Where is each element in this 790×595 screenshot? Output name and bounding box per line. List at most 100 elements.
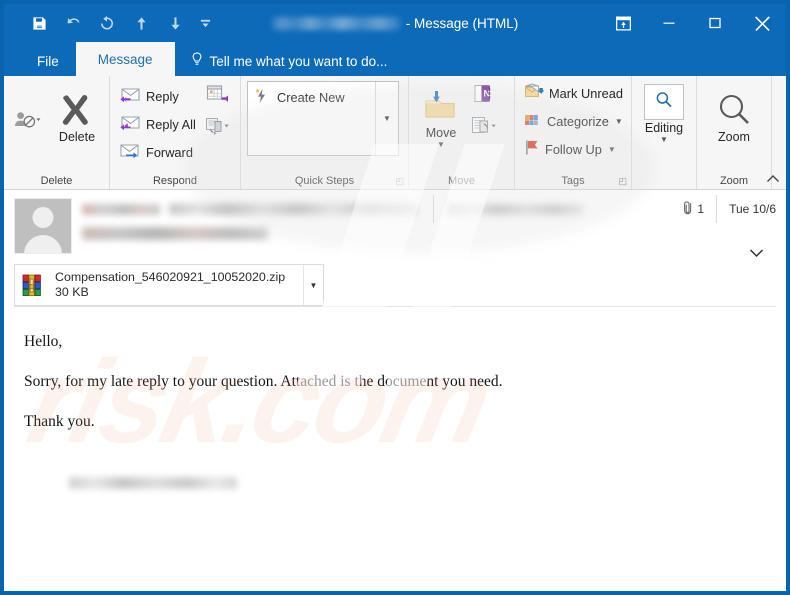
mark-unread-button[interactable]: Mark Unread bbox=[519, 79, 628, 107]
avatar-head bbox=[32, 207, 54, 228]
meeting-button[interactable] bbox=[205, 83, 231, 109]
attachment-dropdown-button[interactable]: ▼ bbox=[303, 265, 323, 305]
categorize-button[interactable]: Categorize ▼ bbox=[519, 107, 628, 135]
forward-button[interactable]: Forward bbox=[114, 138, 201, 166]
avatar-body bbox=[24, 235, 62, 253]
recipient-blurred bbox=[448, 203, 584, 215]
categorize-label: Categorize bbox=[547, 113, 609, 129]
ribbon-group-delete: Delete Delete bbox=[4, 76, 110, 189]
calendar-reply-icon bbox=[206, 84, 230, 109]
quick-step-label: Create New bbox=[277, 90, 345, 105]
ribbon-display-options-button[interactable] bbox=[600, 4, 646, 42]
quick-steps-dropdown[interactable]: ▼ bbox=[375, 82, 398, 155]
message-body[interactable]: Hello, Sorry, for my late reply to your … bbox=[4, 315, 786, 591]
sender-name-blurred bbox=[82, 203, 160, 215]
attachment-separator bbox=[14, 306, 776, 307]
attachment-meta: Compensation_546020921_10052020.zip 30 K… bbox=[55, 265, 303, 305]
paperclip-icon bbox=[683, 200, 694, 219]
reply-icon bbox=[119, 86, 141, 107]
tell-me-search[interactable]: Tell me what you want to do... bbox=[175, 46, 402, 76]
ribbon-group-label-move: Move bbox=[448, 174, 475, 187]
quick-steps-items: Create New bbox=[248, 82, 375, 155]
header-divider bbox=[433, 195, 434, 223]
editing-label: Editing bbox=[644, 121, 684, 135]
forward-button-label: Forward bbox=[146, 144, 193, 160]
mark-unread-label: Mark Unread bbox=[549, 85, 623, 101]
mark-unread-icon bbox=[524, 83, 545, 103]
quick-access-toolbar bbox=[4, 8, 218, 38]
tags-dialog-launcher[interactable]: ◰ bbox=[618, 176, 627, 187]
ribbon-group-move: Move ▼ N Move bbox=[409, 76, 515, 189]
forward-icon bbox=[119, 142, 141, 163]
collapse-ribbon-button[interactable] bbox=[766, 174, 780, 187]
editing-button[interactable] bbox=[644, 84, 684, 120]
zoom-magnifier-icon bbox=[716, 89, 752, 131]
ribbon-group-zoom: Zoom Zoom bbox=[697, 76, 772, 189]
quick-steps-gallery[interactable]: Create New ▼ bbox=[247, 81, 399, 156]
next-item-button[interactable] bbox=[158, 8, 192, 38]
onenote-button[interactable]: N bbox=[471, 83, 497, 109]
close-button[interactable] bbox=[738, 4, 786, 42]
message-date: Tue 10/6 bbox=[729, 202, 776, 216]
previous-item-button[interactable] bbox=[124, 8, 158, 38]
lightning-new-icon bbox=[254, 88, 270, 107]
delete-x-icon bbox=[59, 89, 95, 131]
expand-header-button[interactable] bbox=[749, 246, 764, 261]
ribbon-group-tags: Mark Unread Categorize ▼ Follow Up ▼ Tag… bbox=[515, 76, 632, 189]
maximize-button[interactable] bbox=[692, 4, 738, 42]
customize-qat-button[interactable] bbox=[192, 8, 218, 38]
reply-all-button[interactable]: Reply All bbox=[114, 110, 201, 138]
reply-button[interactable]: Reply bbox=[114, 82, 201, 110]
ignore-person-icon[interactable] bbox=[14, 110, 42, 135]
message-header: 1 Tue 10/6 bbox=[4, 190, 786, 262]
ribbon: Delete Delete Reply Reply All Forward Re… bbox=[4, 76, 786, 190]
tags-label-text: Tags bbox=[561, 174, 585, 187]
editing-magnifier-icon bbox=[654, 90, 674, 115]
reply-button-label: Reply bbox=[146, 88, 179, 104]
winrar-archive-icon bbox=[15, 265, 55, 305]
redo-button[interactable] bbox=[90, 8, 124, 38]
tab-message[interactable]: Message bbox=[75, 42, 175, 76]
quick-steps-dialog-launcher[interactable]: ◰ bbox=[395, 176, 404, 187]
message-header-row-from: 1 Tue 10/6 bbox=[82, 195, 776, 223]
categorize-icon bbox=[524, 112, 542, 131]
onenote-icon: N bbox=[473, 84, 495, 109]
move-caret-icon: ▼ bbox=[437, 140, 445, 149]
delete-button[interactable]: Delete bbox=[48, 84, 106, 144]
header-divider-2 bbox=[716, 195, 718, 223]
lightbulb-icon bbox=[191, 52, 203, 70]
follow-up-button[interactable]: Follow Up ▼ bbox=[519, 135, 628, 163]
zoom-button-label: Zoom bbox=[718, 130, 750, 144]
body-paragraph-greeting: Hello, bbox=[24, 333, 63, 350]
signature-blurred bbox=[69, 477, 237, 489]
ribbon-group-editing: Editing ▼ bbox=[632, 76, 697, 189]
undo-button[interactable] bbox=[56, 8, 90, 38]
more-respond-button[interactable] bbox=[205, 115, 231, 141]
minimize-button[interactable] bbox=[646, 4, 692, 42]
save-button[interactable] bbox=[22, 8, 56, 38]
avatar[interactable] bbox=[14, 198, 72, 254]
ribbon-group-label-delete: Delete bbox=[40, 174, 73, 187]
follow-up-caret-icon: ▼ bbox=[607, 144, 616, 154]
message-header-row-subject bbox=[82, 220, 776, 246]
ribbon-group-label-respond: Respond bbox=[152, 174, 198, 187]
tell-me-label: Tell me what you want to do... bbox=[209, 53, 388, 69]
quick-step-create-new[interactable]: Create New bbox=[254, 88, 375, 107]
attachment-chip[interactable]: Compensation_546020921_10052020.zip 30 K… bbox=[14, 264, 324, 306]
follow-up-flag-icon bbox=[524, 139, 540, 159]
subject-blurred bbox=[82, 226, 268, 240]
attachment-count-value: 1 bbox=[697, 202, 705, 216]
follow-up-label: Follow Up bbox=[545, 141, 602, 157]
outlook-message-window: - Message (HTML) File Message Tell me wh bbox=[0, 0, 790, 595]
ribbon-group-quick-steps: Create New ▼ Quick Steps ◰ bbox=[241, 76, 409, 189]
more-respond-icon bbox=[205, 116, 231, 141]
sender-address-blurred bbox=[169, 203, 417, 215]
move-button[interactable]: Move ▼ bbox=[413, 80, 469, 149]
rules-button[interactable] bbox=[471, 115, 497, 141]
title-bar: - Message (HTML) bbox=[4, 4, 786, 42]
tab-file[interactable]: File bbox=[20, 46, 76, 76]
body-paragraph-closing: Thank you. bbox=[24, 413, 95, 430]
zoom-button[interactable]: Zoom bbox=[702, 84, 766, 144]
ribbon-tab-strip: File Message Tell me what you want to do… bbox=[4, 42, 786, 76]
ribbon-group-label-zoom: Zoom bbox=[719, 174, 749, 187]
